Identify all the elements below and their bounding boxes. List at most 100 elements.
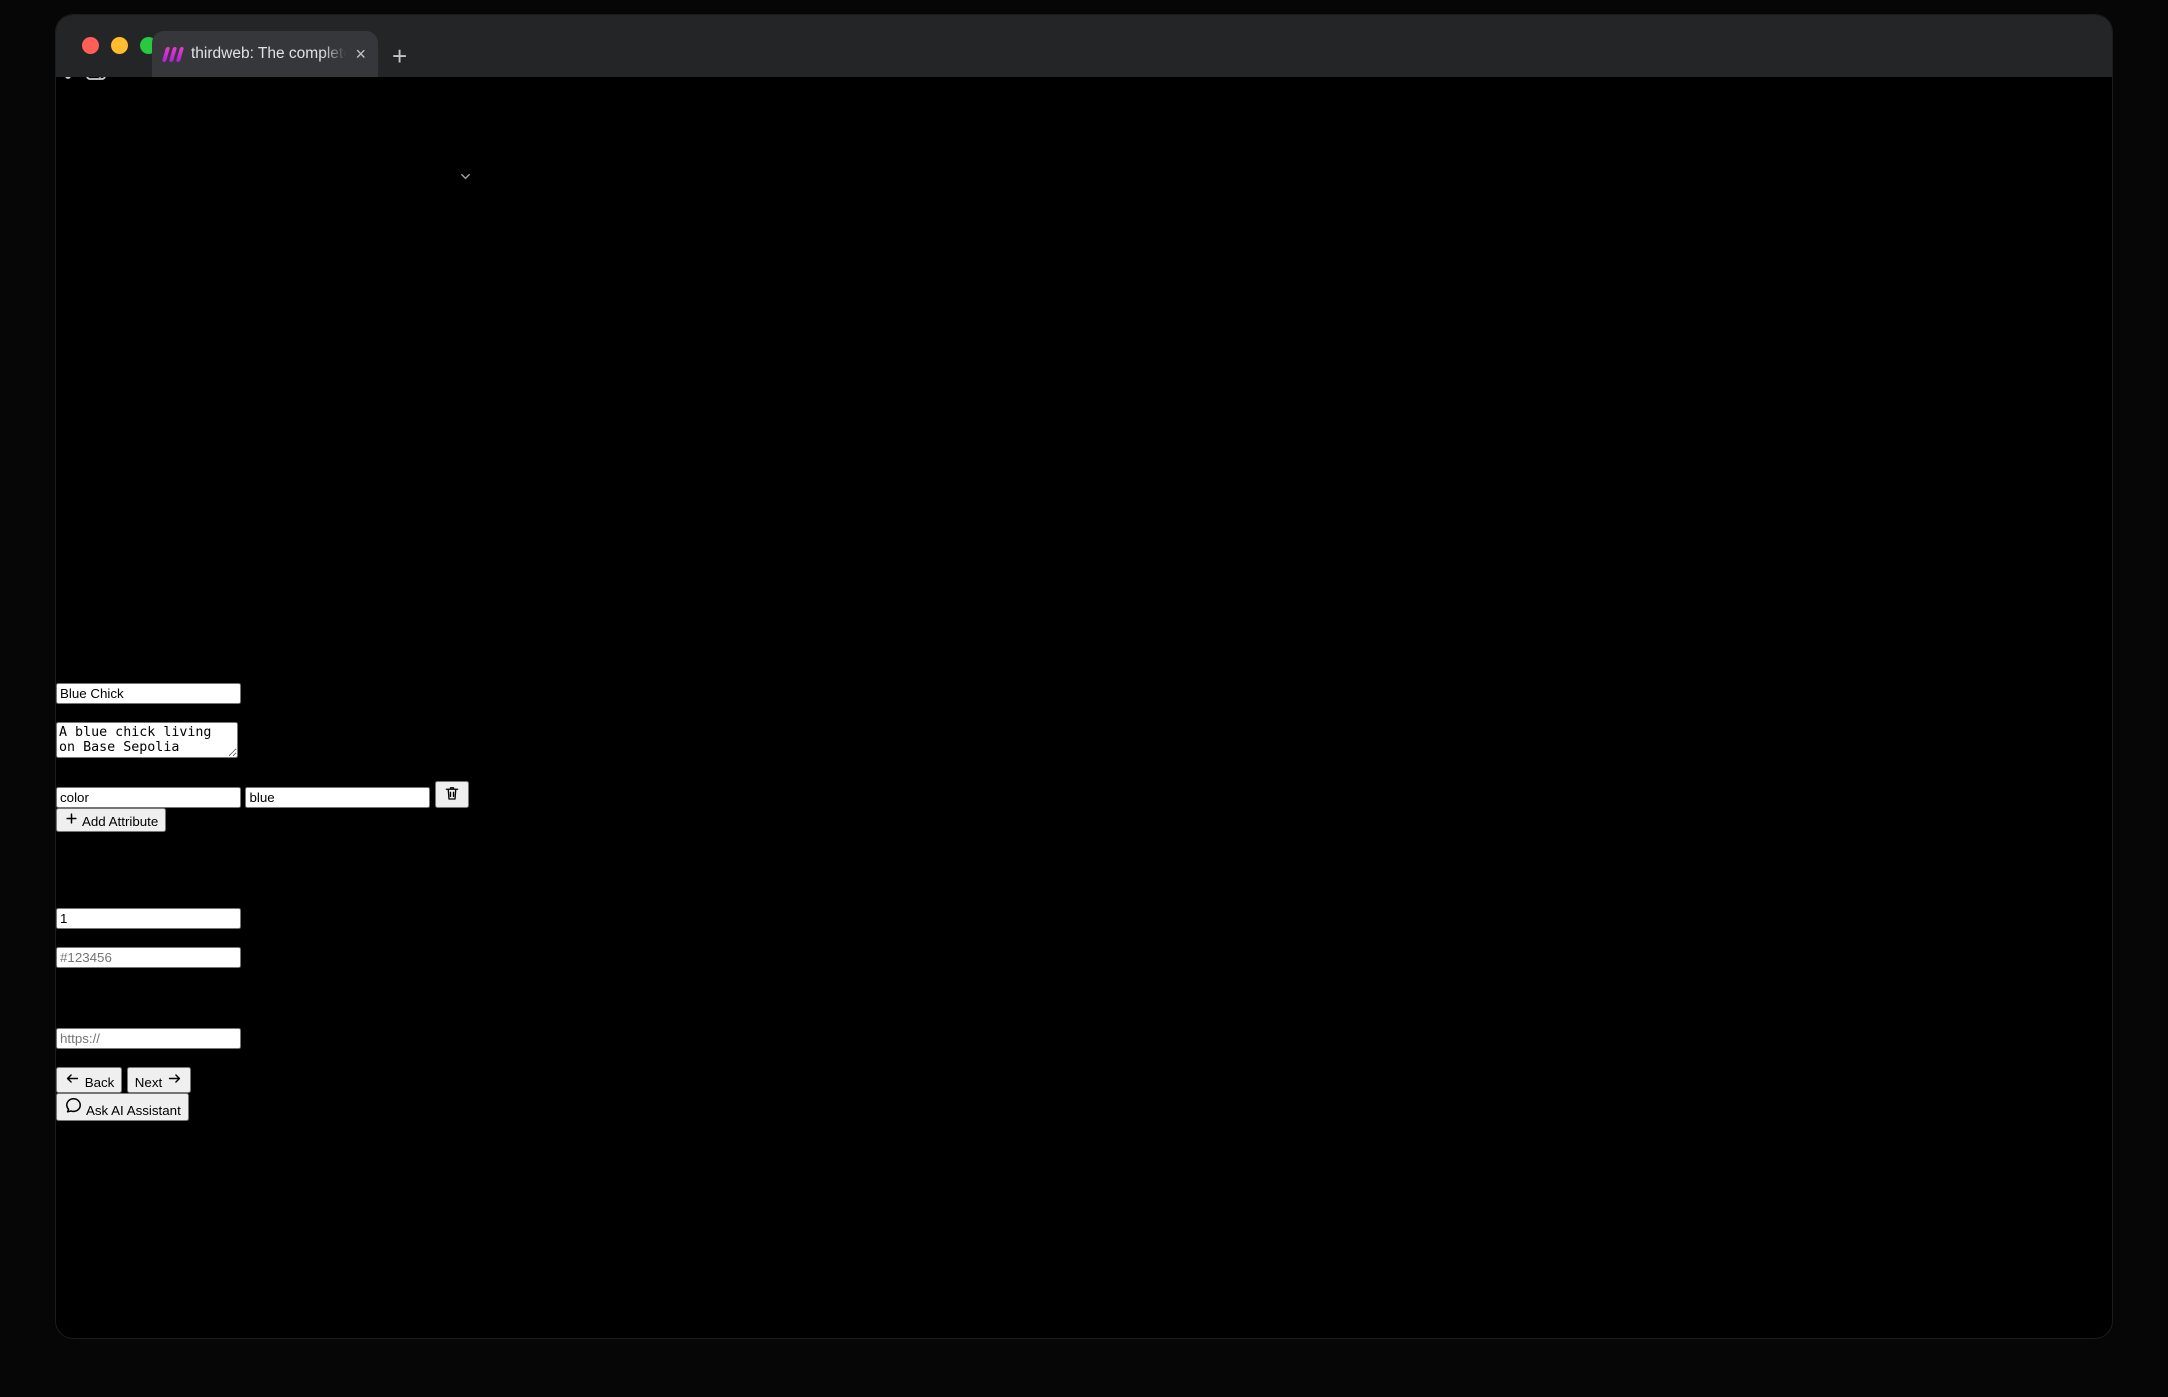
breadcrumb-separator: /: [190, 171, 194, 188]
add-attribute-button[interactable]: Add Attribute: [56, 808, 166, 832]
currency-select[interactable]: ETH: [56, 868, 2112, 890]
sidebar-item-account-abstraction[interactable]: Account Abstraction: [56, 418, 2112, 443]
supply-input[interactable]: [56, 908, 241, 929]
sidebar-item-project-settings[interactable]: Project Settings: [56, 518, 2112, 543]
sidebar: Overview Build Wallets Transactions Cont…: [56, 189, 2112, 593]
project-switcher-icon[interactable]: [356, 167, 373, 184]
chat-bubble-icon: [64, 1096, 83, 1115]
external-url-label: External URL: [56, 1010, 151, 1027]
attribute-value-input[interactable]: [245, 787, 430, 808]
page-title: Upload NFTs: [56, 593, 2112, 611]
external-url-input[interactable]: [56, 1028, 241, 1049]
book-icon: [56, 543, 76, 563]
price-label: Price*: [56, 832, 2112, 850]
sidebar-item-wallets[interactable]: Wallets: [56, 232, 2112, 257]
attribute-trait-input[interactable]: [56, 787, 241, 808]
resources-menu[interactable]: Resources: [377, 171, 477, 188]
background-color-label: Background Color: [56, 929, 184, 946]
form-footer: Back Next: [56, 1067, 2112, 1093]
sidebar-item-playground[interactable]: Playground: [56, 568, 2112, 593]
sidebar-item-vault[interactable]: Vault: [56, 468, 2112, 493]
minimize-window-button[interactable]: [111, 37, 128, 54]
gear-icon: [56, 518, 76, 538]
archive-icon: [56, 418, 76, 438]
description-textarea[interactable]: A blue chick living on Base Sepolia: [56, 722, 238, 758]
sidebar-section-build: Build: [56, 214, 2112, 232]
docs-link[interactable]: Docs: [477, 171, 513, 188]
close-window-button[interactable]: [82, 37, 99, 54]
description-label: Description: [56, 704, 2112, 722]
sidebar-item-webhooks[interactable]: Webhooks New: [56, 493, 2112, 518]
attributes-label: Attributes: [56, 763, 2112, 781]
delete-attribute-button[interactable]: [435, 781, 469, 808]
new-badge: New: [160, 500, 192, 517]
sidebar-section-monetize: Monetize: [56, 307, 2112, 325]
bookmark-label: niftyswap.gg/Nifty...: [56, 96, 194, 113]
sidebar-section-scale: Scale: [56, 375, 2112, 393]
price-input[interactable]: 1: [56, 850, 2112, 868]
plus-icon: [64, 811, 79, 826]
wallet-icon: [56, 232, 76, 252]
upload-nfts-card: Upload NFTs Create Single Create Multipl…: [56, 593, 2112, 1093]
trash-icon: [443, 784, 461, 802]
price-input-group: 1 ETH: [56, 850, 2112, 890]
breadcrumb-separator: /: [56, 146, 60, 163]
media-helper: You can upload image, audio, video, html…: [56, 647, 2112, 665]
thirdweb-logo[interactable]: [55, 114, 2113, 146]
all-bookmarks-button[interactable]: All Bookmarks: [364, 96, 490, 113]
thirdweb-favicon: [162, 47, 184, 62]
thirdweb-app: / Examples Free / Token Deployment Resou…: [56, 114, 2112, 1093]
cube-icon: [56, 568, 76, 588]
traffic-lights: [82, 37, 157, 54]
team-name[interactable]: Examples: [56, 171, 126, 188]
bell-icon: [593, 164, 613, 184]
back-button[interactable]: Back: [56, 1067, 122, 1093]
bookmark-developer-marketing[interactable]: ☾ Developer marketi...: [198, 96, 364, 113]
sidebar-item-rpc[interactable]: RPC: [56, 443, 2112, 468]
project-name[interactable]: Token Deployment: [219, 171, 352, 188]
next-button[interactable]: Next: [127, 1067, 191, 1093]
tab-create-single[interactable]: Create Single: [56, 611, 153, 628]
sidebar-item-insight[interactable]: Insight: [56, 393, 2112, 418]
close-tab-icon[interactable]: ×: [355, 45, 366, 63]
team-switcher-icon[interactable]: [168, 167, 185, 184]
ask-ai-assistant-button[interactable]: Ask AI Assistant: [56, 1093, 189, 1121]
bell-icon: [56, 493, 76, 513]
opensea-badge: OpenSea: [155, 1010, 223, 1027]
bookmark-label: Developer marketi...: [217, 96, 360, 113]
main-content: Upload NFTs Create Single Create Multipl…: [56, 593, 2112, 1093]
home-icon: [56, 189, 76, 209]
background-color-input[interactable]: [56, 947, 241, 968]
browser-tab[interactable]: thirdweb: The complete web3 ×: [152, 31, 378, 77]
browser-window: thirdweb: The complete web3 × + ← → ↻ th…: [55, 14, 2113, 1339]
name-input[interactable]: [56, 683, 241, 704]
sidebar-item-documentation[interactable]: Documentation: [56, 543, 2112, 568]
new-tab-button[interactable]: +: [392, 43, 407, 69]
chevron-down-icon: [458, 169, 473, 184]
sidebar-item-contracts[interactable]: Contracts: [56, 282, 2112, 307]
supply-label: Supply*: [56, 890, 2112, 908]
feedback-link[interactable]: Feedback: [518, 171, 588, 188]
sidebar-item-payments[interactable]: Payments: [56, 325, 2112, 350]
lock-icon: [56, 468, 76, 488]
app-header: / Examples Free / Token Deployment Resou…: [56, 114, 2112, 189]
all-bookmarks-label: All Bookmarks: [388, 96, 490, 113]
background-color-helper: Must be a six-character hexadecimal with…: [56, 968, 2112, 986]
form-tabs: Create Single Create Multiple: [56, 611, 2112, 629]
new-badge: New: [135, 357, 167, 374]
bookmark-niftyswap[interactable]: niftyswap.gg/Nifty...: [56, 96, 198, 113]
required-asterisk: *: [105, 890, 111, 907]
required-asterisk: *: [92, 832, 98, 849]
notifications-button[interactable]: [593, 171, 613, 188]
tab-create-multiple[interactable]: Create Multiple: [157, 611, 265, 628]
credit-card-icon: [56, 325, 76, 345]
sidebar-item-transactions[interactable]: Transactions: [56, 257, 2112, 282]
sidebar-item-overview[interactable]: Overview: [56, 189, 2112, 214]
chevron-down-icon: [112, 868, 129, 885]
contract-file-icon: [56, 282, 76, 302]
swap-arrows-icon: [56, 257, 76, 277]
external-url-helper: This is the URL that will appear below t…: [56, 1049, 2112, 1067]
folder-icon: [364, 89, 384, 109]
sidebar-item-tokens[interactable]: Tokens New: [56, 350, 2112, 375]
name-label: Name*: [56, 665, 2112, 683]
